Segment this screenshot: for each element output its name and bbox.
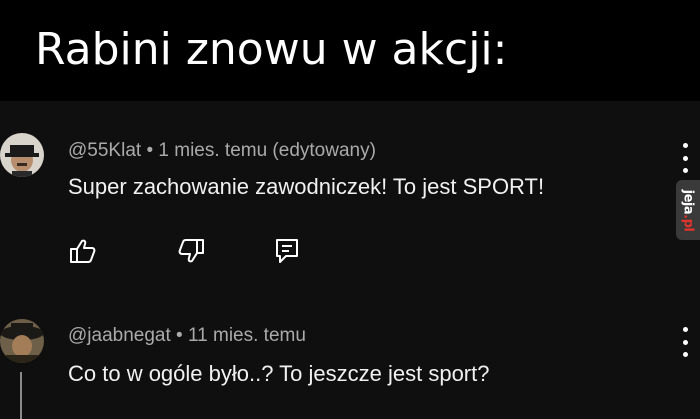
- avatar[interactable]: [0, 133, 44, 177]
- comment-text: Super zachowanie zawodniczek! To jest SP…: [68, 174, 545, 199]
- reply-thread-line: [20, 372, 22, 419]
- watermark-logo: jeja.pl: [680, 189, 696, 231]
- comment-text: Co to w ogóle było..? To jeszcze jest sp…: [68, 361, 490, 386]
- comment-author[interactable]: @55Klat: [68, 140, 141, 161]
- dislike-button[interactable]: [174, 234, 208, 268]
- more-options-button[interactable]: [679, 143, 691, 173]
- meta-separator: •: [146, 140, 154, 161]
- meta-separator: •: [176, 325, 183, 346]
- avatar-image: [0, 319, 44, 363]
- reply-icon: [276, 239, 298, 263]
- like-button[interactable]: [66, 234, 100, 268]
- thumbs-up-icon: [70, 239, 96, 263]
- avatar[interactable]: [0, 319, 44, 363]
- comment-meta: @55Klat • 1 mies. temu (edytowany): [68, 140, 376, 162]
- comment-author[interactable]: @jaabnegat: [68, 325, 171, 346]
- comment-time[interactable]: 1 mies. temu (edytowany): [158, 140, 376, 161]
- meme-title: Rabini znowu w akcji:: [35, 24, 508, 75]
- thumbs-down-icon: [178, 239, 204, 263]
- more-vertical-icon: [682, 143, 688, 148]
- avatar-image: [0, 133, 44, 177]
- more-vertical-icon: [682, 327, 688, 332]
- meme-title-bar: Rabini znowu w akcji:: [0, 0, 700, 101]
- site-watermark: jeja.pl: [676, 180, 700, 240]
- reply-button[interactable]: [270, 234, 304, 268]
- comment-time[interactable]: 11 mies. temu: [188, 325, 306, 346]
- more-options-button[interactable]: [679, 327, 691, 357]
- comment-meta: @jaabnegat • 11 mies. temu: [68, 325, 306, 347]
